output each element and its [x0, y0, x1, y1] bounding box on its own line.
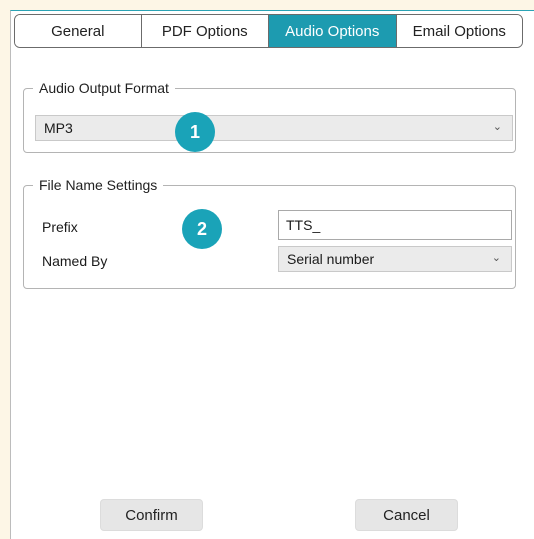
named-by-value: Serial number: [287, 251, 375, 267]
tab-email-options[interactable]: Email Options: [396, 15, 522, 47]
prefix-label: Prefix: [42, 219, 78, 235]
prefix-input[interactable]: [278, 210, 512, 240]
tab-audio-options[interactable]: Audio Options: [269, 15, 397, 47]
named-by-label: Named By: [42, 253, 108, 269]
chevron-down-icon: ⌄: [492, 121, 502, 133]
confirm-button[interactable]: Confirm: [100, 499, 203, 531]
step-badge-1: 1: [175, 112, 215, 152]
step-badge-2: 2: [182, 209, 222, 249]
audio-output-format-legend: Audio Output Format: [39, 80, 169, 96]
options-tab-bar: General PDF Options Audio Options Email …: [14, 14, 523, 48]
tab-general[interactable]: General: [15, 15, 142, 47]
cancel-button[interactable]: Cancel: [355, 499, 458, 531]
audio-format-dropdown[interactable]: MP3 ⌄: [35, 115, 513, 141]
tab-pdf-options[interactable]: PDF Options: [141, 15, 269, 47]
file-name-settings-legend: File Name Settings: [39, 177, 158, 193]
audio-format-value: MP3: [44, 120, 73, 136]
chevron-down-icon: ⌄: [491, 252, 501, 264]
named-by-dropdown[interactable]: Serial number ⌄: [278, 246, 512, 272]
